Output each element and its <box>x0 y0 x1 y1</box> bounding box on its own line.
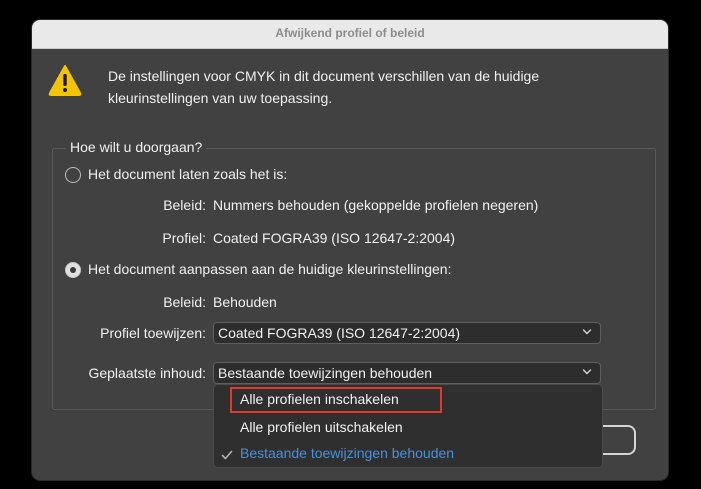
option2-policy-value: Behouden <box>213 294 277 310</box>
placed-content-select[interactable]: Bestaande toewijzingen behouden <box>213 362 601 384</box>
profile-mismatch-dialog: Afwijkend profiel of beleid De instellin… <box>32 20 668 480</box>
option1-profile-label: Profiel: <box>162 230 206 246</box>
warning-icon <box>48 65 82 96</box>
option2-policy-label: Beleid: <box>163 294 206 310</box>
radio-keep-document-label[interactable]: Het document laten zoals het is: <box>88 166 287 182</box>
chevron-down-icon <box>582 329 592 335</box>
option1-policy-value: Nummers behouden (gekoppelde profielen n… <box>213 197 539 213</box>
option1-profile-value: Coated FOGRA39 (ISO 12647-2:2004) <box>213 230 456 246</box>
message-line-1: De instellingen voor CMYK in dit documen… <box>108 68 540 84</box>
message-line-2: kleurinstellingen van uw toepassing. <box>108 90 333 106</box>
menu-item-keep-existing-assignments[interactable]: Bestaande toewijzingen behouden <box>240 445 454 461</box>
placed-content-value: Bestaande toewijzingen behouden <box>218 365 433 381</box>
assign-profile-label: Profiel toewijzen: <box>100 325 206 341</box>
dialog-title: Afwijkend profiel of beleid <box>32 20 668 49</box>
radio-keep-document[interactable] <box>65 167 81 183</box>
dialog-message: De instellingen voor CMYK in dit documen… <box>108 65 648 109</box>
checkmark-icon <box>221 450 233 460</box>
menu-item-disable-all-profiles[interactable]: Alle profielen uitschakelen <box>240 419 403 435</box>
menu-item-enable-all-profiles[interactable]: Alle profielen inschakelen <box>240 391 399 407</box>
chevron-down-icon <box>582 369 592 375</box>
assign-profile-select[interactable]: Coated FOGRA39 (ISO 12647-2:2004) <box>213 322 601 344</box>
placed-content-dropdown-menu: Alle profielen inschakelen Alle profiele… <box>213 384 603 468</box>
radio-adjust-document-label[interactable]: Het document aanpassen aan de huidige kl… <box>88 261 451 277</box>
option1-policy-label: Beleid: <box>163 197 206 213</box>
options-group-legend: Hoe wilt u doorgaan? <box>66 139 207 155</box>
placed-content-label: Geplaatste inhoud: <box>88 365 206 381</box>
assign-profile-value: Coated FOGRA39 (ISO 12647-2:2004) <box>218 325 461 341</box>
radio-adjust-document[interactable] <box>65 262 81 278</box>
